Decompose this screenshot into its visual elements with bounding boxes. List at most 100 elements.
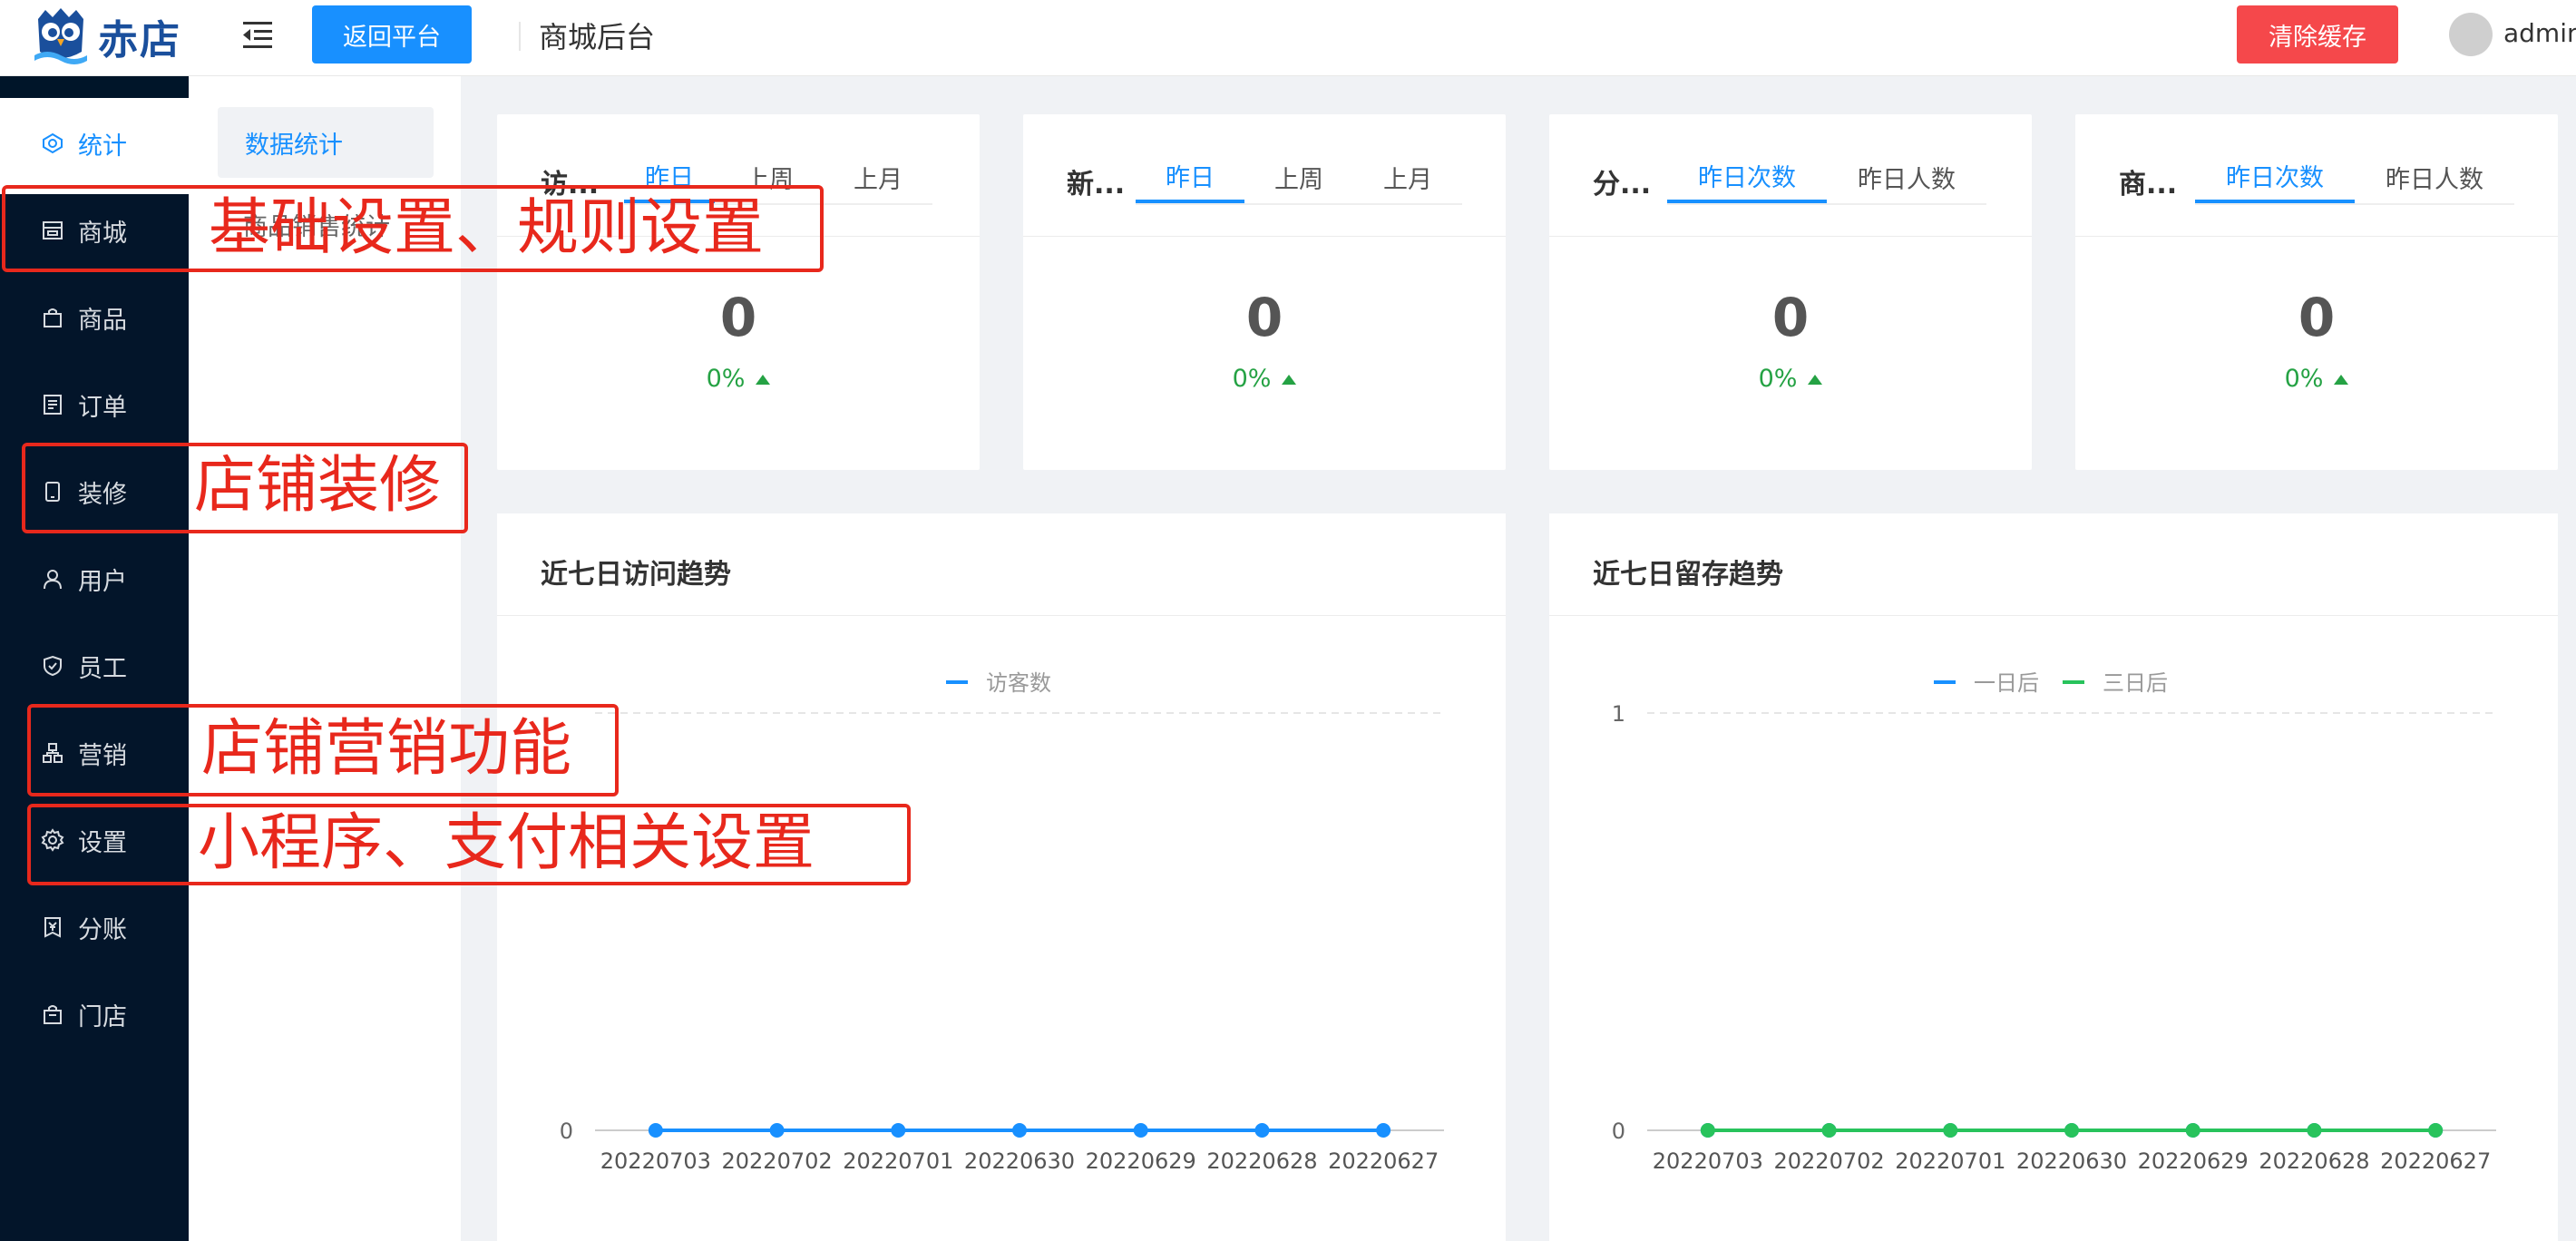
x-tick-label: 20220701 bbox=[843, 1148, 953, 1174]
user-name[interactable]: admin bbox=[2503, 18, 2576, 48]
data-point bbox=[1254, 1123, 1270, 1138]
data-point bbox=[2307, 1123, 2322, 1138]
y-tick-label: 0 bbox=[1612, 1119, 1625, 1144]
data-point bbox=[2428, 1123, 2444, 1138]
tab-last-month[interactable]: 上月 bbox=[824, 151, 932, 203]
x-tick-label: 20220703 bbox=[1653, 1148, 1763, 1174]
card-divider bbox=[2075, 236, 2558, 237]
stat-card-tabs: 昨日次数 昨日人数 bbox=[1667, 151, 1986, 205]
data-point bbox=[1012, 1123, 1027, 1138]
annotation-settings: 小程序、支付相关设置 bbox=[198, 807, 815, 879]
stat-change: 0% bbox=[2075, 365, 2558, 393]
logo[interactable]: 赤店 bbox=[33, 0, 181, 73]
owl-logo-icon bbox=[33, 6, 89, 66]
legend-label: 三日后 bbox=[2103, 670, 2168, 696]
tab-last-month[interactable]: 上月 bbox=[1353, 151, 1462, 203]
page-title: 商城后台 bbox=[539, 20, 656, 54]
stat-card-new-users: 新... 昨日 上周 上月 0 0% bbox=[1023, 114, 1506, 470]
collapse-menu-icon[interactable] bbox=[238, 15, 278, 54]
sidebar-item-label: 统计 bbox=[78, 132, 127, 161]
back-to-platform-button[interactable]: 返回平台 bbox=[312, 5, 472, 64]
x-tick-label: 20220630 bbox=[964, 1148, 1075, 1174]
x-tick-label: 20220627 bbox=[1328, 1148, 1439, 1174]
data-point bbox=[2064, 1123, 2079, 1138]
annotation-marketing: 店铺营销功能 bbox=[201, 713, 572, 785]
data-point bbox=[1943, 1123, 1958, 1138]
stat-change-text: 0% bbox=[1232, 365, 1272, 393]
x-tick-label: 20220703 bbox=[600, 1148, 711, 1174]
data-point bbox=[2185, 1123, 2200, 1138]
tab-yesterday-people[interactable]: 昨日人数 bbox=[1827, 151, 1986, 203]
order-list-icon bbox=[40, 392, 65, 417]
x-tick-label: 20220629 bbox=[2138, 1148, 2249, 1174]
x-tick-label: 20220627 bbox=[2380, 1148, 2491, 1174]
arrow-up-icon bbox=[756, 375, 771, 385]
retention-trend-chart: 一日后 三日后 0 1 20220703 20220702 20220701 20220630… bbox=[1612, 670, 2496, 1174]
shopping-bag-icon bbox=[40, 305, 65, 330]
stat-change: 0% bbox=[497, 365, 980, 393]
stat-card-tabs: 昨日 上周 上月 bbox=[1136, 151, 1462, 205]
stat-value: 0 bbox=[1771, 287, 1810, 348]
sidebar-item-label: 用户 bbox=[78, 567, 127, 596]
stat-card-shares: 分... 昨日次数 昨日人数 0 0% bbox=[1549, 114, 2032, 470]
tab-last-week[interactable]: 上周 bbox=[1244, 151, 1353, 203]
sidebar-item-label: 分账 bbox=[78, 915, 127, 944]
data-point bbox=[1133, 1123, 1148, 1138]
tab-yesterday[interactable]: 昨日 bbox=[1136, 151, 1244, 203]
clear-cache-button[interactable]: 清除缓存 bbox=[2237, 5, 2398, 64]
stat-card-tabs: 昨日次数 昨日人数 bbox=[2195, 151, 2514, 205]
x-tick-label: 20220628 bbox=[2259, 1148, 2369, 1174]
stat-value: 0 bbox=[2298, 287, 2336, 348]
annotation-store-settings: 基础设置、规则设置 bbox=[209, 192, 765, 264]
sidebar-item-split-bill[interactable]: 分账 bbox=[0, 884, 189, 971]
stat-card-goods: 商... 昨日次数 昨日人数 0 0% bbox=[2075, 114, 2558, 470]
sidebar-item-statistics[interactable]: 统计 bbox=[0, 100, 189, 187]
tab-yesterday-people[interactable]: 昨日人数 bbox=[2355, 151, 2514, 203]
sidebar-item-orders[interactable]: 订单 bbox=[0, 361, 189, 448]
stat-value: 0 bbox=[719, 287, 757, 348]
x-tick-label: 20220629 bbox=[1086, 1148, 1196, 1174]
tab-yesterday-count[interactable]: 昨日次数 bbox=[2195, 151, 2355, 203]
stat-change: 0% bbox=[1023, 365, 1506, 393]
statistics-icon bbox=[40, 131, 65, 156]
data-point bbox=[1376, 1123, 1391, 1138]
x-tick-label: 20220701 bbox=[1895, 1148, 2005, 1174]
x-tick-label: 20220702 bbox=[721, 1148, 832, 1174]
y-tick-label: 1 bbox=[1612, 701, 1625, 727]
legend-label: 访客数 bbox=[986, 670, 1051, 696]
data-point bbox=[648, 1123, 663, 1138]
shield-check-icon bbox=[40, 653, 65, 679]
retention-trend-panel: 近七日留存趋势 一日后 三日后 0 1 20220703 20220702 20220701… bbox=[1549, 513, 2558, 1241]
y-tick-label: 0 bbox=[560, 1119, 573, 1144]
sub-menu-item-data-statistics[interactable]: 数据统计 bbox=[218, 107, 434, 178]
stat-change-text: 0% bbox=[1758, 365, 1798, 393]
sidebar-item-label: 商品 bbox=[78, 306, 127, 335]
legend-label: 一日后 bbox=[1974, 670, 2039, 696]
stat-card-title: 商... bbox=[2119, 169, 2178, 200]
stat-card-title: 新... bbox=[1067, 169, 1126, 200]
sidebar-item-goods[interactable]: 商品 bbox=[0, 274, 189, 361]
stat-change: 0% bbox=[1549, 365, 2032, 393]
sidebar-item-stores[interactable]: 门店 bbox=[0, 971, 189, 1058]
card-divider bbox=[1549, 236, 2032, 237]
x-tick-label: 20220630 bbox=[2016, 1148, 2127, 1174]
top-header: 赤店 返回平台 商城后台 清除缓存 admin bbox=[0, 0, 2576, 76]
avatar[interactable] bbox=[2449, 13, 2493, 56]
x-tick-label: 20220628 bbox=[1206, 1148, 1317, 1174]
sidebar-item-users[interactable]: 用户 bbox=[0, 535, 189, 622]
stat-change-text: 0% bbox=[706, 365, 746, 393]
split-bill-icon bbox=[40, 914, 65, 940]
data-point bbox=[891, 1123, 906, 1138]
arrow-up-icon bbox=[1282, 375, 1297, 385]
arrow-up-icon bbox=[1808, 375, 1823, 385]
sidebar-top-strip bbox=[0, 76, 189, 98]
shop-bag-icon bbox=[40, 1002, 65, 1027]
sidebar-item-staff[interactable]: 员工 bbox=[0, 622, 189, 709]
logo-text: 赤店 bbox=[98, 17, 181, 64]
data-point bbox=[769, 1123, 785, 1138]
tab-yesterday-count[interactable]: 昨日次数 bbox=[1667, 151, 1827, 203]
sidebar-item-label: 门店 bbox=[78, 1002, 127, 1031]
sidebar-item-label: 订单 bbox=[78, 393, 127, 422]
sidebar-item-label: 员工 bbox=[78, 654, 127, 683]
data-point bbox=[1821, 1123, 1837, 1138]
